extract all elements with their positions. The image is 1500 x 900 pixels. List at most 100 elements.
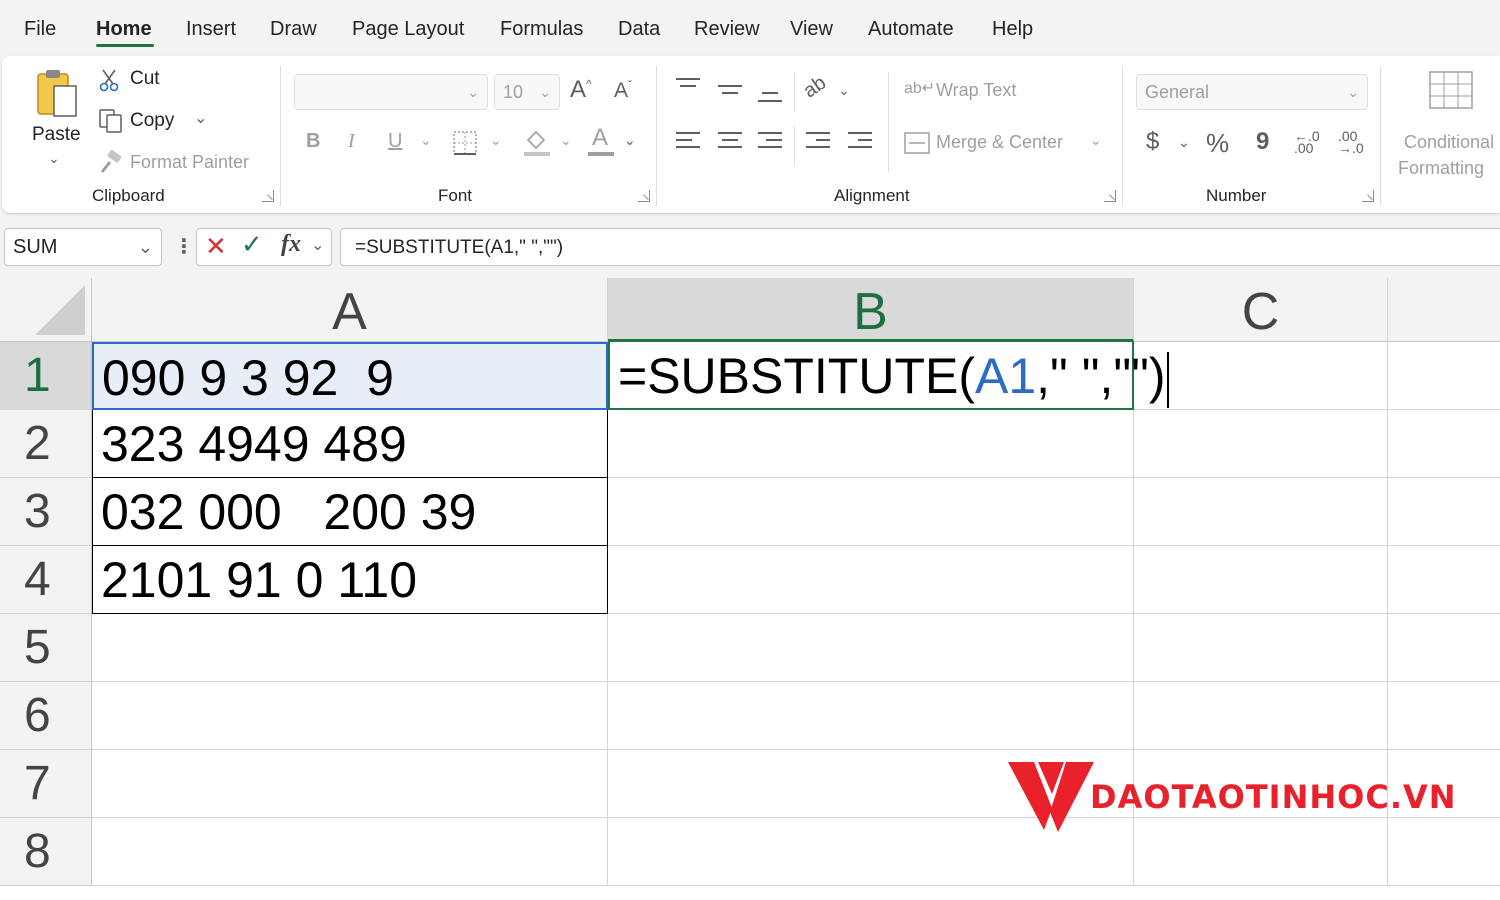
select-all-corner[interactable] (0, 278, 92, 342)
row-header-6[interactable]: 6 (0, 682, 92, 750)
row-header-4[interactable]: 4 (0, 546, 92, 614)
insert-function-button[interactable]: fx (281, 231, 301, 258)
cancel-icon[interactable]: ✕ (205, 231, 227, 262)
cell-b1-editing[interactable]: =SUBSTITUTE(A1," ","") (608, 342, 1170, 410)
borders-chevron-icon[interactable]: ⌄ (490, 132, 502, 149)
increase-font-size-icon[interactable]: A^ (570, 76, 592, 104)
borders-icon[interactable] (452, 130, 478, 156)
cell-d5[interactable] (1388, 614, 1500, 682)
tab-automate[interactable]: Automate (868, 18, 954, 41)
tab-review[interactable]: Review (694, 18, 760, 41)
increase-decimal-icon[interactable]: ←.0.00 (1294, 129, 1320, 155)
cell-a5[interactable] (92, 614, 608, 682)
copy-chevron-icon[interactable]: ⌄ (194, 108, 207, 128)
font-name-combo[interactable]: ⌄ (294, 74, 488, 110)
bold-button[interactable]: B (306, 130, 320, 153)
italic-button[interactable]: I (348, 130, 355, 153)
number-format-combo[interactable]: General ⌄ (1136, 74, 1368, 110)
name-box[interactable]: SUM ⌄ (4, 228, 162, 266)
orientation-icon[interactable]: ab (799, 72, 830, 104)
tab-help[interactable]: Help (992, 18, 1033, 41)
more-options-icon[interactable]: ⋮ (174, 234, 194, 259)
font-color-chevron-icon[interactable]: ⌄ (624, 132, 636, 149)
cell-d1[interactable] (1388, 342, 1500, 410)
cell-d2[interactable] (1388, 410, 1500, 478)
cell-b2[interactable] (608, 410, 1134, 478)
clipboard-launcher-icon[interactable] (262, 190, 274, 202)
cell-a3[interactable]: 032 000 200 39 (92, 478, 608, 546)
cell-a6[interactable] (92, 682, 608, 750)
tab-home[interactable]: Home (96, 18, 152, 41)
cell-a8[interactable] (92, 818, 608, 886)
tab-data[interactable]: Data (618, 18, 660, 41)
cell-b5[interactable] (608, 614, 1134, 682)
tab-page-layout[interactable]: Page Layout (352, 18, 464, 41)
copy-button[interactable]: Copy ⌄ (98, 108, 218, 136)
increase-indent-icon[interactable] (848, 132, 874, 156)
bottom-align-icon[interactable] (758, 86, 784, 106)
currency-button[interactable]: $ (1146, 128, 1159, 156)
top-align-icon[interactable] (676, 78, 702, 98)
row-header-2[interactable]: 2 (0, 410, 92, 478)
conditional-formatting-button[interactable]: Conditional Formatting (1396, 66, 1500, 178)
enter-check-icon[interactable]: ✓ (241, 229, 263, 260)
column-header-a[interactable]: A (92, 278, 608, 342)
cell-c3[interactable] (1134, 478, 1388, 546)
formula-input[interactable]: =SUBSTITUTE(A1," ","") (340, 228, 1500, 266)
row-header-8[interactable]: 8 (0, 818, 92, 886)
align-right-icon[interactable] (758, 132, 784, 156)
row-header-5[interactable]: 5 (0, 614, 92, 682)
merge-chevron-icon[interactable]: ⌄ (1090, 132, 1102, 149)
align-left-icon[interactable] (676, 132, 702, 156)
cell-c4[interactable] (1134, 546, 1388, 614)
fill-color-icon[interactable] (522, 126, 552, 158)
cell-c5[interactable] (1134, 614, 1388, 682)
cell-c6[interactable] (1134, 682, 1388, 750)
underline-chevron-icon[interactable]: ⌄ (420, 132, 432, 149)
fill-color-chevron-icon[interactable]: ⌄ (560, 132, 572, 149)
alignment-launcher-icon[interactable] (1104, 190, 1116, 202)
font-size-combo[interactable]: 10 ⌄ (494, 74, 560, 110)
column-header-b[interactable]: B (608, 278, 1134, 342)
cell-b3[interactable] (608, 478, 1134, 546)
row-header-3[interactable]: 3 (0, 478, 92, 546)
middle-align-icon[interactable] (718, 82, 744, 102)
tab-view[interactable]: View (790, 18, 833, 41)
number-launcher-icon[interactable] (1362, 190, 1374, 202)
row-header-7[interactable]: 7 (0, 750, 92, 818)
column-header-c[interactable]: C (1134, 278, 1388, 342)
underline-button[interactable]: U (388, 130, 402, 153)
cell-a2[interactable]: 323 4949 489 (92, 410, 608, 478)
paste-chevron-icon[interactable]: ⌄ (48, 150, 60, 167)
format-painter-label: Format Painter (130, 152, 250, 172)
cell-a1[interactable]: 090 9 3 92 9 (92, 342, 608, 410)
column-header-d[interactable] (1388, 278, 1500, 342)
cell-c1[interactable] (1134, 342, 1388, 410)
tab-draw[interactable]: Draw (270, 18, 317, 41)
currency-chevron-icon[interactable]: ⌄ (1178, 134, 1190, 151)
tab-insert[interactable]: Insert (186, 18, 236, 41)
font-launcher-icon[interactable] (638, 190, 650, 202)
cell-a4[interactable]: 2101 91 0 110 (92, 546, 608, 614)
cell-c2[interactable] (1134, 410, 1388, 478)
fx-chevron-icon[interactable]: ⌄ (311, 235, 324, 255)
tab-formulas[interactable]: Formulas (500, 18, 583, 41)
row-header-1[interactable]: 1 (0, 342, 92, 410)
font-color-icon[interactable]: A (592, 124, 608, 152)
percent-button[interactable]: % (1206, 128, 1229, 159)
comma-style-button[interactable]: 9 (1256, 128, 1269, 156)
cell-d3[interactable] (1388, 478, 1500, 546)
merge-center-button[interactable]: Merge & Center ⌄ (904, 130, 1104, 158)
orientation-chevron-icon[interactable]: ⌄ (838, 82, 850, 99)
cell-d6[interactable] (1388, 682, 1500, 750)
cell-d4[interactable] (1388, 546, 1500, 614)
cell-b4[interactable] (608, 546, 1134, 614)
decrease-decimal-icon[interactable]: .00 →.0 (1338, 129, 1364, 155)
cell-a7[interactable] (92, 750, 608, 818)
align-center-icon[interactable] (718, 132, 744, 156)
cell-b6[interactable] (608, 682, 1134, 750)
tab-file[interactable]: File (24, 18, 56, 41)
decrease-indent-icon[interactable] (806, 132, 832, 156)
decrease-font-size-icon[interactable]: Aˇ (614, 78, 632, 103)
paste-button[interactable]: Paste ⌄ (28, 64, 84, 167)
